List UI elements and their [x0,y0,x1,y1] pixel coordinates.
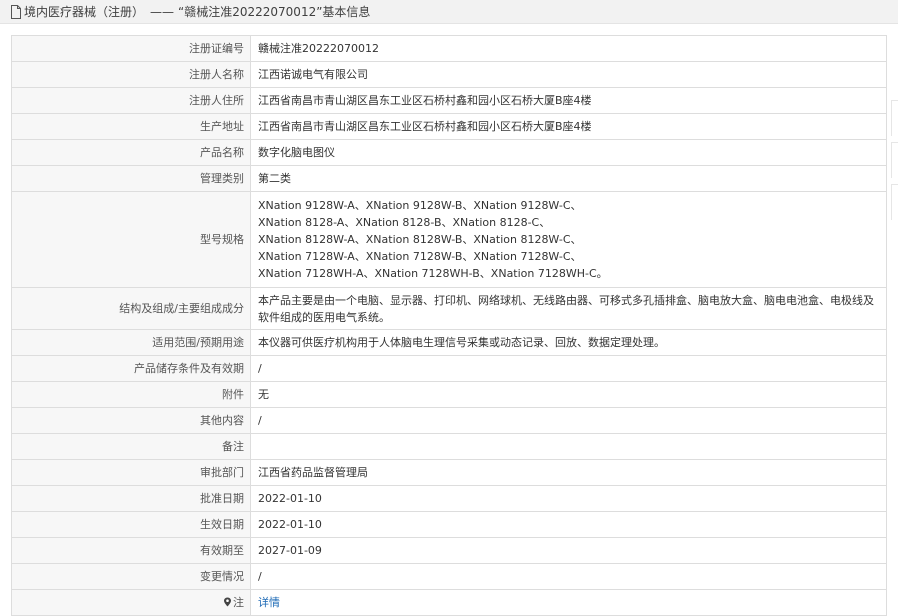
table-row: 有效期至 2027-01-09 [11,537,887,564]
row-value: 江西省南昌市青山湖区昌东工业区石桥村鑫和园小区石桥大厦B座4楼 [250,87,887,114]
row-value: 2022-01-10 [250,485,887,512]
row-value: / [250,355,887,382]
table-row: 注册人住所 江西省南昌市青山湖区昌东工业区石桥村鑫和园小区石桥大厦B座4楼 [11,87,887,114]
row-value: 第二类 [250,165,887,192]
table-row: 注册证编号 赣械注准20222070012 [11,35,887,62]
row-label: 注册人住所 [11,87,251,114]
row-label: 生效日期 [11,511,251,538]
row-label: 附件 [11,381,251,408]
rail-segment [891,100,898,136]
row-value: 本产品主要是由一个电脑、显示器、打印机、网络球机、无线路由器、可移式多孔插排盒、… [250,287,887,330]
side-scroll-rail[interactable] [891,100,898,250]
table-row: 型号规格 XNation 9128W-A、XNation 9128W-B、XNa… [11,191,887,288]
rail-segment [891,142,898,178]
row-label: 型号规格 [11,191,251,288]
row-value: 本仪器可供医疗机构用于人体脑电生理信号采集或动态记录、回放、数据定理处理。 [250,329,887,356]
row-value: 赣械注准20222070012 [250,35,887,62]
row-value: 江西省南昌市青山湖区昌东工业区石桥村鑫和园小区石桥大厦B座4楼 [250,113,887,140]
header-category: 境内医疗器械（注册） [24,5,145,19]
row-label: 变更情况 [11,563,251,590]
row-value: 2027-01-09 [250,537,887,564]
table-row: 批准日期 2022-01-10 [11,485,887,512]
row-label: 结构及组成/主要组成成分 [11,287,251,330]
row-value: / [250,407,887,434]
row-label: 有效期至 [11,537,251,564]
note-value-cell: 详情 [250,589,887,616]
detail-table-container: 注册证编号 赣械注准20222070012 注册人名称 江西诺诚电气有限公司 注… [11,35,887,616]
breadcrumb-header: 境内医疗器械（注册） —— “赣械注准20222070012”基本信息 [0,0,898,24]
row-value: 数字化脑电图仪 [250,139,887,166]
row-label: 生产地址 [11,113,251,140]
row-label: 其他内容 [11,407,251,434]
header-title: “赣械注准20222070012”基本信息 [178,5,371,19]
table-row: 注 详情 [11,589,887,616]
row-label: 备注 [11,433,251,460]
row-label: 审批部门 [11,459,251,486]
model-spec-list: XNation 9128W-A、XNation 9128W-B、XNation … [258,199,608,280]
row-label: 注册证编号 [11,35,251,62]
row-value [250,433,887,460]
row-value: 无 [250,381,887,408]
row-value: 江西诺诚电气有限公司 [250,61,887,88]
table-row: 结构及组成/主要组成成分 本产品主要是由一个电脑、显示器、打印机、网络球机、无线… [11,287,887,330]
row-label: 产品名称 [11,139,251,166]
table-row: 适用范围/预期用途 本仪器可供医疗机构用于人体脑电生理信号采集或动态记录、回放、… [11,329,887,356]
table-row: 其他内容 / [11,407,887,434]
table-row: 产品储存条件及有效期 / [11,355,887,382]
table-row: 管理类别 第二类 [11,165,887,192]
row-label: 注册人名称 [11,61,251,88]
table-row: 备注 [11,433,887,460]
table-row: 附件 无 [11,381,887,408]
details-link[interactable]: 详情 [258,596,280,609]
row-value: / [250,563,887,590]
table-row: 审批部门 江西省药品监督管理局 [11,459,887,486]
table-row: 生产地址 江西省南昌市青山湖区昌东工业区石桥村鑫和园小区石桥大厦B座4楼 [11,113,887,140]
row-value: 2022-01-10 [250,511,887,538]
table-row: 注册人名称 江西诺诚电气有限公司 [11,61,887,88]
header-separator: —— [150,4,175,19]
row-label: 批准日期 [11,485,251,512]
row-label: 管理类别 [11,165,251,192]
row-value: XNation 9128W-A、XNation 9128W-B、XNation … [250,191,887,288]
table-row: 生效日期 2022-01-10 [11,511,887,538]
document-icon [10,4,22,19]
table-row: 产品名称 数字化脑电图仪 [11,139,887,166]
table-row: 变更情况 / [11,563,887,590]
note-label: 注 [233,596,244,609]
location-pin-icon [223,595,232,607]
row-value: 江西省药品监督管理局 [250,459,887,486]
rail-segment [891,184,898,220]
row-label: 产品储存条件及有效期 [11,355,251,382]
detail-table: 注册证编号 赣械注准20222070012 注册人名称 江西诺诚电气有限公司 注… [11,35,887,616]
row-label: 适用范围/预期用途 [11,329,251,356]
note-label-cell: 注 [11,589,251,616]
